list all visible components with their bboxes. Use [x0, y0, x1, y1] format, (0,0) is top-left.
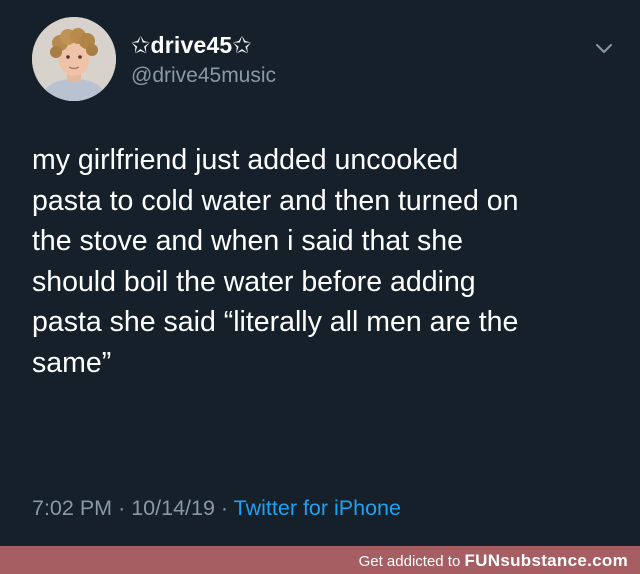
tweet-text-line: same” [32, 346, 112, 379]
chevron-down-icon[interactable] [594, 38, 614, 58]
tweet-text-line: pasta she said “literally all men are th… [32, 306, 519, 338]
tweet-date[interactable]: 10/14/19 [131, 496, 215, 520]
tweet-meta: 7:02 PM · 10/14/19 · Twitter for iPhone [32, 496, 401, 521]
tweet-text-line: the stove and when i said that she [32, 225, 463, 257]
tweet-time[interactable]: 7:02 PM [32, 496, 112, 520]
watermark-bar: Get addicted to FUNsubstance.com [0, 546, 640, 574]
tweet-text-line: my girlfriend just added uncooked [32, 144, 459, 176]
user-handle[interactable]: @drive45music [131, 64, 276, 88]
tweet-text: my girlfriend just added uncooked pasta … [32, 140, 622, 383]
watermark-tagline: Get addicted to [358, 553, 461, 570]
display-name[interactable]: ✩drive45✩ [131, 32, 252, 59]
tweet-text-line: pasta to cold water and then turned on [32, 184, 519, 217]
meta-separator: · [118, 496, 126, 520]
watermark-brand: FUNsubstance.com [464, 551, 628, 570]
tweet-card: ✩drive45✩ @drive45music my girlfriend ju… [0, 0, 640, 546]
meta-separator: · [220, 496, 229, 520]
avatar[interactable] [32, 17, 116, 101]
watermark-text: Get addicted to FUNsubstance.com [359, 551, 628, 571]
tweet-text-line: should boil the water before adding [32, 265, 476, 298]
tweet-source-link[interactable]: Twitter for iPhone [234, 496, 401, 520]
